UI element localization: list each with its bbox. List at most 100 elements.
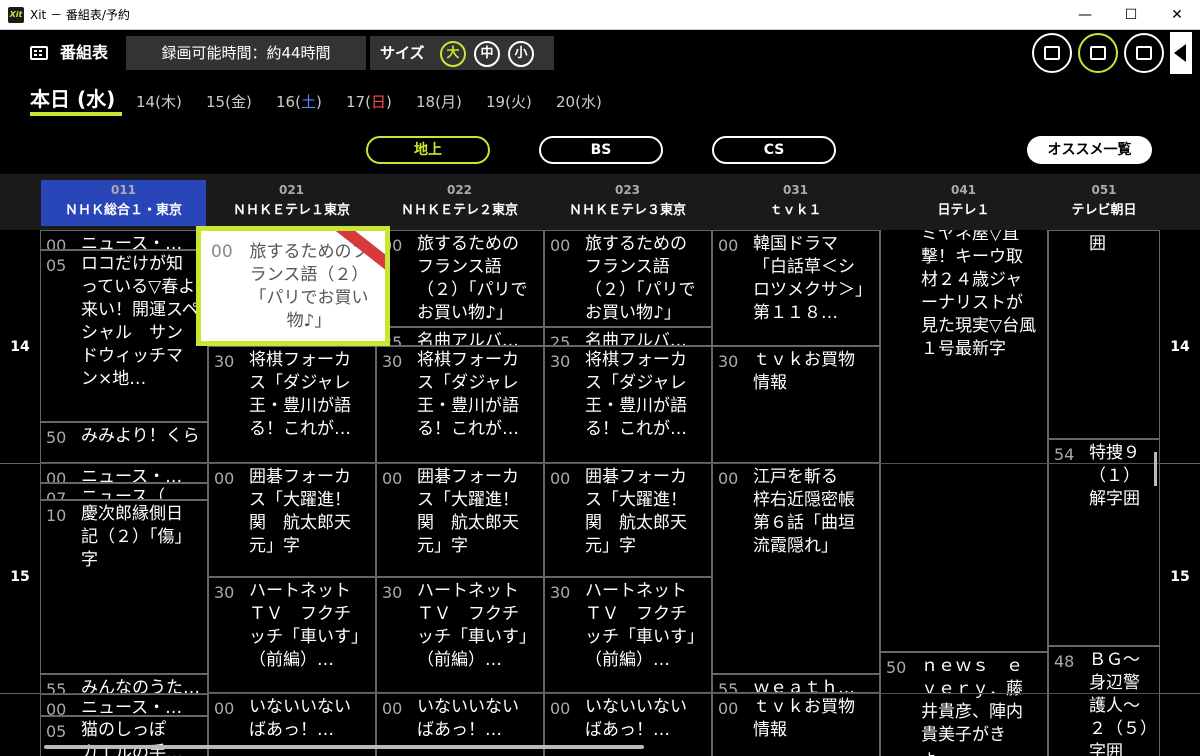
program-title: ロコだけが知っている▽春よ来い！開運スペシャル サンドウィッチマン×地… bbox=[81, 254, 199, 389]
channel-011[interactable]: 011 ＮＨＫ総合１・東京 bbox=[41, 180, 206, 226]
hour-divider bbox=[1160, 463, 1200, 464]
program-cell[interactable]: 55 ｗｅａｔｈ… bbox=[712, 674, 880, 693]
channel-021[interactable]: 021 ＮＨＫＥテレ１東京 bbox=[209, 180, 374, 226]
date-tab-day[interactable]: 18(月) bbox=[416, 92, 462, 112]
program-cell[interactable]: 00 囲碁フォーカス「大躍進！関 航太郎天元」字 bbox=[544, 463, 712, 577]
minimize-button[interactable]: — bbox=[1062, 0, 1108, 30]
page-title: 番組表 bbox=[60, 43, 109, 62]
program-minute: 30 bbox=[550, 583, 571, 602]
program-cell[interactable]: 00旅するためのフランス語（２）「パリでお買い物♪」 bbox=[376, 230, 544, 327]
date-number: 17( bbox=[346, 93, 371, 111]
channel-031[interactable]: 031 ｔｖｋ１ bbox=[713, 180, 878, 226]
tab-bs[interactable]: BS bbox=[539, 136, 663, 164]
program-title: 猫のしっぽ カエルの手… bbox=[81, 720, 183, 756]
date-tab-today[interactable]: 本日 (水) bbox=[30, 86, 115, 112]
program-cell[interactable]: 54 特捜９（１）解字囲 bbox=[1048, 439, 1160, 646]
program-cell[interactable]: 囲 bbox=[1048, 230, 1160, 439]
program-title: 将棋フォーカス「ダジャレ王・豊川が語る！これが… bbox=[249, 350, 351, 439]
selected-program-popup[interactable]: 00 旅するためのフランス語（２）「パリでお買い物♪」 bbox=[196, 226, 390, 346]
date-paren: ) bbox=[245, 93, 252, 111]
weekday: 月 bbox=[440, 93, 456, 111]
weekday: 火 bbox=[510, 93, 526, 111]
program-cell[interactable]: 10 慶次郎縁側日記（２）「傷」字 bbox=[40, 500, 208, 674]
tv-view-button[interactable] bbox=[1032, 33, 1072, 73]
program-cell[interactable]: 00 ニュース・… bbox=[40, 230, 208, 250]
recommend-list-button[interactable]: オススメ一覧 bbox=[1027, 136, 1152, 164]
program-guide-button[interactable] bbox=[1078, 33, 1118, 73]
program-cell[interactable]: 00 囲碁フォーカス「大躍進！関 航太郎天元」字 bbox=[376, 463, 544, 577]
program-minute: 05 bbox=[46, 256, 67, 275]
program-cell[interactable]: 55 みんなのうた… bbox=[40, 674, 208, 694]
channel-041[interactable]: 041 日テレ１ bbox=[881, 180, 1046, 226]
program-cell[interactable]: ミヤネ屋▽直撃！キーウ取材２４歳ジャーナリストが見た現実▽台風１号最新字 bbox=[880, 230, 1048, 652]
program-cell[interactable]: 48 ＢＧ～身辺警護人～２（５）字囲 bbox=[1048, 646, 1160, 756]
date-number: 15( bbox=[206, 93, 231, 111]
horizontal-scrollbar[interactable] bbox=[44, 745, 644, 749]
program-cell[interactable]: 30 将棋フォーカス「ダジャレ王・豊川が語る！これが… bbox=[376, 346, 544, 463]
size-selector: サイズ 大 中 小 bbox=[370, 36, 554, 70]
program-cell[interactable]: 00 ニュース・… bbox=[40, 694, 208, 716]
size-small-button[interactable]: 小 bbox=[508, 41, 534, 67]
channel-number: 011 bbox=[110, 183, 137, 197]
program-cell[interactable]: 00 韓国ドラマ「白話草＜シロツメクサ＞」 第１１８… bbox=[712, 230, 880, 346]
close-button[interactable]: ✕ bbox=[1154, 0, 1200, 30]
date-tab-day[interactable]: 20(水) bbox=[556, 92, 602, 112]
weekday: 土 bbox=[300, 93, 316, 111]
program-cell[interactable]: 30 ｔｖｋお買物情報 bbox=[712, 346, 880, 463]
date-tab-day[interactable]: 16(土) bbox=[276, 92, 322, 112]
size-medium-button[interactable]: 中 bbox=[474, 41, 500, 67]
program-title: ハートネットＴＶ フクチッチ「車いす」（前編）… bbox=[585, 581, 696, 670]
program-cell[interactable]: 30 ハートネットＴＶ フクチッチ「車いす」（前編）… bbox=[376, 577, 544, 693]
channel-022[interactable]: 022 ＮＨＫＥテレ２東京 bbox=[377, 180, 542, 226]
program-minute: 00 bbox=[211, 242, 233, 262]
playlist-button[interactable] bbox=[1124, 33, 1164, 73]
program-title: ｔｖｋお買物情報 bbox=[753, 697, 855, 740]
program-cell[interactable]: 00 ｔｖｋお買物情報 bbox=[712, 693, 880, 756]
program-cell[interactable]: 30 ハートネットＴＶ フクチッチ「車いす」（前編）… bbox=[544, 577, 712, 693]
program-cell[interactable]: 05 ロコだけが知っている▽春よ来い！開運スペシャル サンドウィッチマン×地… bbox=[40, 250, 208, 422]
program-minute: 30 bbox=[382, 352, 403, 371]
program-cell[interactable]: 07 ニュース（… bbox=[40, 483, 208, 500]
window-title: Xit － 番組表/予約 bbox=[30, 8, 130, 22]
channel-023[interactable]: 023 ＮＨＫＥテレ３東京 bbox=[545, 180, 710, 226]
playlist-icon bbox=[1136, 46, 1152, 60]
program-minute: 00 bbox=[46, 469, 67, 483]
date-tab-day[interactable]: 19(火) bbox=[486, 92, 532, 112]
channel-number: 051 bbox=[1091, 183, 1117, 197]
program-cell[interactable]: 05 猫のしっぽ カエルの手… bbox=[40, 716, 208, 756]
program-cell[interactable]: 00 ニュース・… bbox=[40, 463, 208, 483]
program-minute: 00 bbox=[718, 236, 739, 255]
weekday: 木 bbox=[160, 93, 176, 111]
date-paren: ) bbox=[455, 93, 462, 111]
program-minute: 00 bbox=[214, 469, 235, 488]
size-large-button[interactable]: 大 bbox=[440, 41, 466, 67]
program-cell[interactable]: 30 将棋フォーカス「ダジャレ王・豊川が語る！これが… bbox=[208, 346, 376, 463]
program-cell[interactable]: 00 囲碁フォーカス「大躍進！関 航太郎天元」字 bbox=[208, 463, 376, 577]
program-minute: 30 bbox=[382, 583, 403, 602]
date-tab-day[interactable]: 17(日) bbox=[346, 92, 392, 112]
program-cell[interactable]: 25 名曲アルバ… bbox=[544, 327, 712, 346]
program-title: みんなのうた… bbox=[81, 678, 199, 694]
tab-cs[interactable]: CS bbox=[712, 136, 836, 164]
channel-051[interactable]: 051 テレビ朝日 bbox=[1049, 180, 1159, 226]
vertical-scrollbar[interactable] bbox=[1154, 452, 1157, 486]
date-paren: ) bbox=[315, 93, 322, 111]
program-cell[interactable]: 30 将棋フォーカス「ダジャレ王・豊川が語る！これが… bbox=[544, 346, 712, 463]
program-minute: 00 bbox=[550, 469, 571, 488]
channel-name: テレビ朝日 bbox=[1071, 203, 1137, 218]
maximize-button[interactable]: ☐ bbox=[1108, 0, 1154, 30]
collapse-panel-button[interactable] bbox=[1170, 32, 1192, 74]
date-tab-day[interactable]: 15(金) bbox=[206, 92, 252, 112]
program-title: ニュース（… bbox=[81, 487, 183, 500]
date-number: 18( bbox=[416, 93, 441, 111]
program-cell[interactable]: 00 江戸を斬る 梓右近隠密帳 第６話「曲垣流霞隠れ」 bbox=[712, 463, 880, 674]
program-cell[interactable]: 30 ハートネットＴＶ フクチッチ「車いす」（前編）… bbox=[208, 577, 376, 693]
program-cell[interactable]: 25 名曲アルバ… bbox=[376, 327, 544, 346]
program-cell[interactable]: 50 みみより！くらし解説「… bbox=[40, 422, 208, 463]
program-cell[interactable]: 50 ｎｅｗｓ ｅｖｅｒｙ．藤井貴彦、陣内貴美子がきょ… bbox=[880, 652, 1048, 756]
channel-name: ｔｖｋ１ bbox=[769, 203, 822, 218]
program-cell[interactable]: 00旅するためのフランス語（２）「パリでお買い物♪」 bbox=[544, 230, 712, 327]
hour-divider bbox=[0, 463, 40, 464]
tab-terrestrial[interactable]: 地上 bbox=[366, 136, 490, 164]
date-tab-day[interactable]: 14(木) bbox=[136, 92, 182, 112]
